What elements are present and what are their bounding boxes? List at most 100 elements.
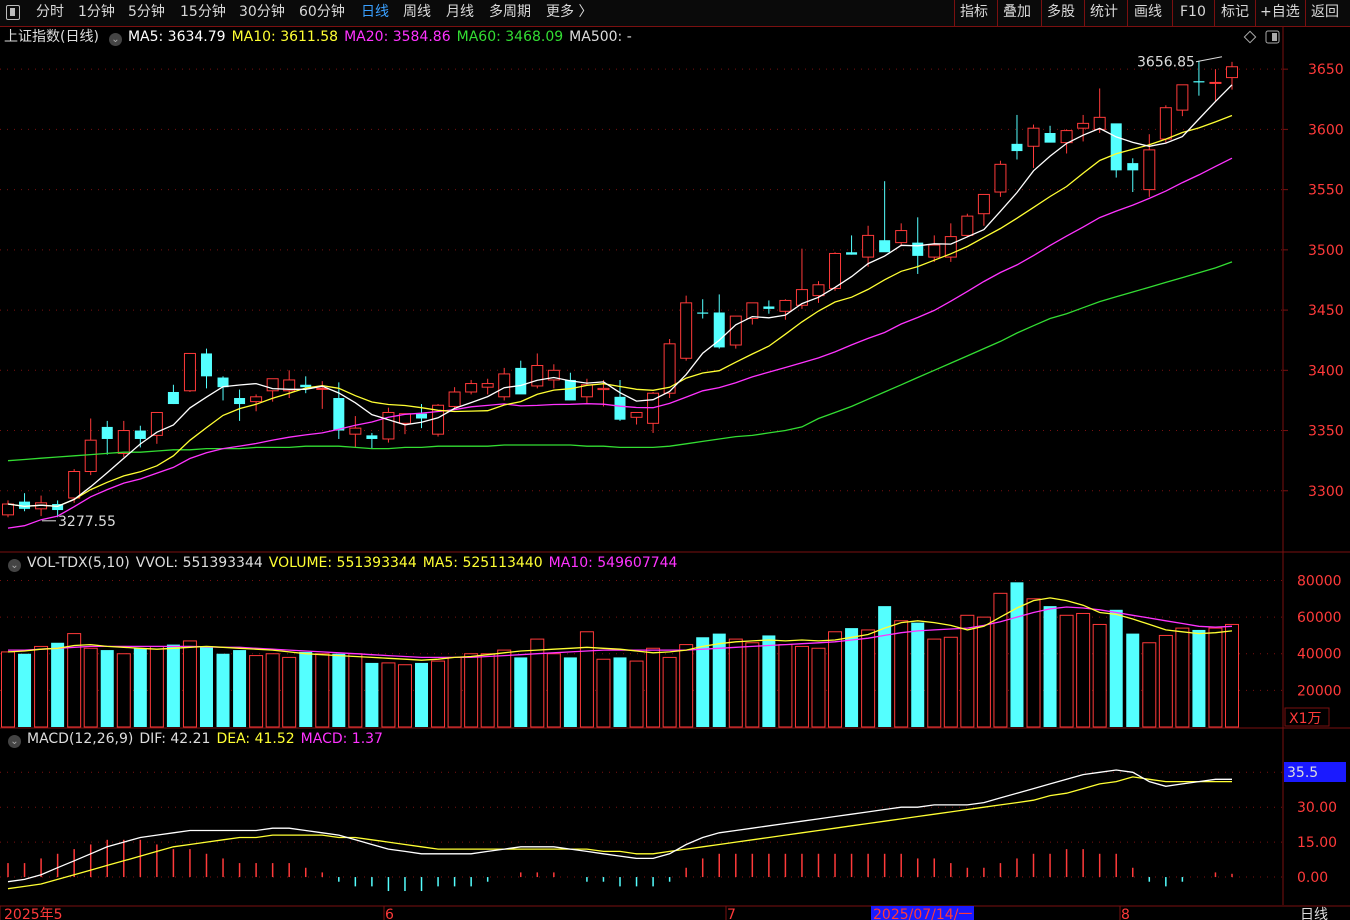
volume-bar-up xyxy=(1158,634,1173,728)
volume-bar-down xyxy=(199,646,213,727)
volume-bar-up xyxy=(315,653,330,728)
volume-bar-up xyxy=(679,644,694,728)
candle-up xyxy=(862,234,875,258)
candle-down xyxy=(234,398,246,405)
candle-up xyxy=(630,411,643,418)
volume-bar-up xyxy=(1092,623,1107,728)
volume-bar-up xyxy=(530,638,545,728)
candle-up xyxy=(1077,122,1090,129)
candle-down xyxy=(1110,123,1122,171)
volume-bar-down xyxy=(216,653,230,727)
x-axis-label: 8 xyxy=(1121,907,1130,920)
volume-bar-up xyxy=(960,614,975,728)
price-tick-label: 3500 xyxy=(1308,243,1344,259)
volume-tick-label: 80000 xyxy=(1297,573,1342,589)
volume-bar-up xyxy=(943,636,958,728)
volume-bar-up xyxy=(1175,627,1190,728)
candle-up xyxy=(895,230,908,244)
candle-up xyxy=(117,430,130,454)
candle-down xyxy=(101,426,113,439)
volume-bar-up xyxy=(646,647,661,728)
candle-up xyxy=(465,383,478,393)
candle-down xyxy=(912,242,924,256)
candle-up xyxy=(1027,127,1040,147)
volume-bar-up xyxy=(811,647,826,728)
volume-bar-down xyxy=(911,622,925,727)
volume-bar-up xyxy=(976,616,991,728)
candle-down xyxy=(200,353,212,377)
volume-bar-up xyxy=(464,653,479,728)
volume-bar-down xyxy=(1109,609,1123,727)
volume-bar-up xyxy=(480,653,495,728)
candle-up xyxy=(531,364,544,387)
volume-tick-label: 40000 xyxy=(1297,647,1342,663)
price-tick-label: 3550 xyxy=(1308,183,1344,199)
x-axis-label: 2025年5 xyxy=(4,907,63,920)
candle-up xyxy=(316,387,329,390)
volume-bar-up xyxy=(397,664,412,728)
candle-up xyxy=(779,299,792,312)
candle-up xyxy=(250,396,263,403)
volume-bar-down xyxy=(845,628,859,727)
volume-bar-up xyxy=(348,653,363,728)
volume-bar-up xyxy=(993,592,1008,728)
candle-up xyxy=(829,252,842,289)
candle-down xyxy=(763,306,775,309)
volume-bar-down xyxy=(332,653,346,727)
volume-bar-up xyxy=(1076,612,1091,728)
candle-up xyxy=(1209,81,1222,84)
candle-up xyxy=(2,503,14,516)
x-axis-label: 7 xyxy=(727,907,736,920)
candle-down xyxy=(713,312,725,348)
volume-bar-up xyxy=(1142,642,1157,728)
candle-down xyxy=(134,430,146,439)
volume-bar-up xyxy=(1208,627,1223,728)
price-tick-label: 3650 xyxy=(1308,62,1344,78)
volume-unit-label: X1万 xyxy=(1289,711,1322,727)
candle-up xyxy=(1093,116,1106,130)
kline-chart[interactable]: 3650 3600 3550 3500 3450 3400 3350 3300 80000 600… xyxy=(0,0,1350,920)
ma5-line xyxy=(7,84,1233,508)
volume-bar-down xyxy=(1043,606,1057,727)
candle-down xyxy=(697,312,709,314)
volume-bar-down xyxy=(18,653,32,727)
macd-tick-label: 15.00 xyxy=(1297,835,1337,851)
candle-up xyxy=(1176,84,1189,111)
macd-tick-label: 30.00 xyxy=(1297,800,1337,816)
volume-tick-label: 20000 xyxy=(1297,683,1342,699)
candle-up xyxy=(183,352,196,392)
volume-bar-up xyxy=(794,645,809,728)
volume-bar-down xyxy=(166,644,180,727)
candle-down xyxy=(333,398,345,431)
candle-up xyxy=(84,439,97,472)
volume-bar-down xyxy=(514,657,528,727)
low-price-label: 3277.55 xyxy=(58,514,116,530)
volume-bar-down xyxy=(878,606,892,727)
volume-bar-down xyxy=(100,650,114,727)
volume-bar-down xyxy=(299,651,313,727)
price-tick-label: 3350 xyxy=(1308,424,1344,440)
volume-bar-down xyxy=(1126,633,1140,727)
volume-bar-down xyxy=(1192,629,1206,727)
volume-bar-up xyxy=(1026,598,1041,728)
volume-bar-up xyxy=(431,660,446,728)
volume-bar-up xyxy=(282,656,297,728)
candle-down xyxy=(1193,81,1205,83)
volume-bar-up xyxy=(1,651,15,728)
volume-bar-up xyxy=(34,645,49,728)
window-icon-fill xyxy=(1272,33,1277,41)
candle-up xyxy=(994,163,1007,193)
volume-bar-up xyxy=(894,620,909,728)
cursor-date-label: 2025/07/14/一 xyxy=(873,907,972,920)
candle-up xyxy=(812,284,825,297)
price-tick-label: 3300 xyxy=(1308,484,1344,500)
dea-line xyxy=(7,776,1232,890)
volume-bar-down xyxy=(51,642,65,727)
volume-bar-up xyxy=(828,631,843,728)
volume-bar-up xyxy=(249,655,264,728)
price-tick-label: 3400 xyxy=(1308,363,1344,379)
price-tick-label: 3450 xyxy=(1308,303,1344,319)
candle-down xyxy=(366,435,378,439)
candle-down xyxy=(846,252,858,255)
candle-down xyxy=(1011,143,1023,152)
